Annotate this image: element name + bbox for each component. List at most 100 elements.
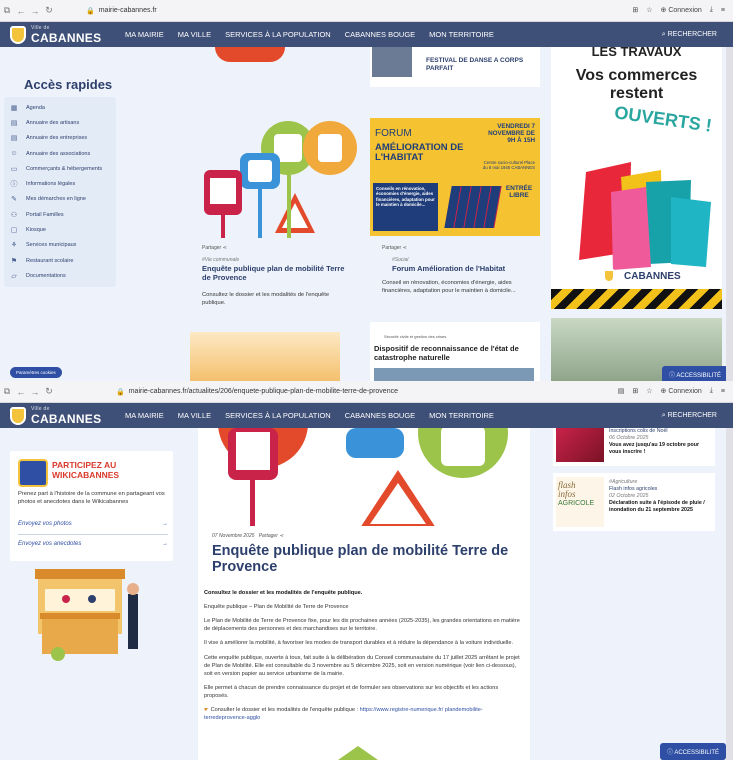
quick-access-item-associations[interactable]: ☺ Annuaire des associations <box>4 146 116 161</box>
news-title[interactable]: Enquête publique plan de mobilité Terre … <box>202 264 352 282</box>
connexion-button[interactable]: ⊕ Connexion <box>661 387 702 395</box>
nav-item-cabannes-bouge[interactable]: CABANNES BOUGE <box>345 411 415 420</box>
landscape-image <box>190 332 340 381</box>
arrow-right-icon: → <box>162 521 168 527</box>
nav-item-cabannes-bouge[interactable]: CABANNES BOUGE <box>345 30 415 39</box>
news-excerpt: Conseil en rénovation, économies d'énerg… <box>382 280 516 294</box>
screenshot-article: ⧉ ← → ↻ 🔒 mairie-cabannes.fr/actualites/… <box>0 381 733 760</box>
nav-item-services[interactable]: SERVICES À LA POPULATION <box>225 30 331 39</box>
bookmark-star-icon[interactable]: ☆ <box>646 387 652 395</box>
main-navigation: Ville de CABANNES MA MAIRIE MA VILLE SERV… <box>0 22 733 47</box>
site-logo[interactable]: Ville de CABANNES <box>10 406 110 426</box>
back-icon[interactable]: ← <box>14 387 28 397</box>
news-card-mobility[interactable]: Partager ⋖ #Vie communale Enquête publiq… <box>190 108 360 313</box>
accessibility-button[interactable]: ⓘ ACCESSIBILITÉ <box>662 366 729 381</box>
cookie-settings-button[interactable]: Paramètres cookies <box>10 367 62 378</box>
address-bar[interactable]: 🔒 mairie-cabannes.fr/actualites/206/enqu… <box>116 388 398 396</box>
article-lead: Consultez le dossier et les modalités de… <box>204 590 363 596</box>
address-bar[interactable]: 🔒 mairie-cabannes.fr <box>86 7 157 15</box>
reload-icon[interactable]: ↻ <box>42 386 56 397</box>
accessibility-button[interactable]: ⓘ ACCESSIBILITÉ <box>660 743 727 760</box>
main-navigation: Ville de CABANNES MA MAIRIE MA VILLE SERV… <box>0 403 733 428</box>
extensions-icon[interactable]: ⊞ <box>632 6 638 14</box>
quick-access-list: ▦ Agenda ▤ Annuaire des artisans ▤ Annuaire… <box>4 97 116 287</box>
article-body: 07 Novembre 2025 Partager ⋖ Enquête publ… <box>198 526 530 760</box>
news-card-top-left[interactable] <box>190 47 360 69</box>
news-excerpt: Consultez le dossier et les modalités de… <box>202 292 330 306</box>
quick-access-item-restaurant[interactable]: ⚑ Restaurant scolaire <box>4 253 116 268</box>
share-button[interactable]: Partager ⋖ <box>382 245 407 251</box>
news-card-festival[interactable]: FESTIVAL DE DANSE A CORPS PARFAIT <box>370 47 540 87</box>
search-button[interactable]: ⌕ RECHERCHER <box>662 412 717 420</box>
nav-item-ma-mairie[interactable]: MA MAIRIE <box>125 30 164 39</box>
quick-access-item-kiosque[interactable]: ▢ Kiosque <box>4 222 116 237</box>
quick-access-title: Accès rapides <box>24 77 113 92</box>
page-scrollbar[interactable] <box>726 47 733 381</box>
coat-of-arms-icon <box>10 25 26 44</box>
news-card-forum[interactable]: FORUM AMÉLIORATION DE L'HABITAT VENDREDI… <box>370 108 540 313</box>
send-anecdotes-link[interactable]: Envoyez vos anecdotes → <box>18 541 168 547</box>
reader-view-icon[interactable]: ▤ <box>618 387 625 395</box>
share-button[interactable]: Partager ⋖ <box>259 533 284 539</box>
wikicabannes-card: PARTICIPEZ AU WIKICABANNES Prenez part à… <box>10 451 173 561</box>
restaurant-icon: ⚑ <box>10 257 18 265</box>
quick-access-item-commercants[interactable]: ▭ Commerçants & hébergements <box>4 161 116 176</box>
menu-icon[interactable]: ≡ <box>721 7 725 14</box>
sidebar-toggle-icon[interactable]: ⧉ <box>0 386 14 397</box>
newspaper-icon: ▢ <box>10 227 18 235</box>
downloads-icon[interactable]: ⤓ <box>710 387 713 395</box>
quick-access-item-entreprises[interactable]: ▤ Annuaire des entreprises <box>4 131 116 146</box>
back-icon[interactable]: ← <box>14 6 28 16</box>
article-paragraph: Le Plan de Mobilité de Terre de Provence… <box>204 618 520 633</box>
nav-item-ma-mairie[interactable]: MA MAIRIE <box>125 411 164 420</box>
send-photos-link[interactable]: Envoyez vos photos → <box>18 521 168 527</box>
shopping-bags-illustration <box>579 162 711 270</box>
news-card-agricole[interactable]: flash infos AGRICOLE #Agriculture Flash … <box>553 473 715 531</box>
quick-access-item-artisans[interactable]: ▤ Annuaire des artisans <box>4 115 116 130</box>
quick-access-item-familles[interactable]: ⚇ Portail Familles <box>4 207 116 222</box>
sidebar-toggle-icon[interactable]: ⧉ <box>0 5 14 16</box>
forward-icon[interactable]: → <box>28 387 42 397</box>
news-card-catastrophe[interactable]: Sécurité civile et gestion des crises Di… <box>370 322 540 381</box>
nav-item-ma-ville[interactable]: MA VILLE <box>178 30 211 39</box>
news-card-bottom-left[interactable] <box>190 322 360 381</box>
bookmark-star-icon[interactable]: ☆ <box>646 6 652 14</box>
wiki-title: PARTICIPEZ AU WIKICABANNES <box>52 460 120 480</box>
browser-toolbar: ⧉ ← → ↻ 🔒 mairie-cabannes.fr ⊞ ☆ ⊕ Conne… <box>0 0 733 22</box>
nav-item-mon-territoire[interactable]: MON TERRITOIRE <box>429 30 494 39</box>
extensions-icon[interactable]: ⊞ <box>632 387 638 395</box>
hazard-stripes <box>551 289 722 309</box>
page-scrollbar[interactable] <box>726 428 733 760</box>
quick-access-item-agenda[interactable]: ▦ Agenda <box>4 100 116 115</box>
quick-access-item-demarches[interactable]: ✎ Mes démarches en ligne <box>4 192 116 207</box>
shop-icon: ▭ <box>10 165 18 173</box>
reload-icon[interactable]: ↻ <box>42 5 56 16</box>
festival-title: FESTIVAL DE DANSE A CORPS PARFAIT <box>426 57 524 73</box>
news-category: #Vie communale <box>202 257 240 263</box>
market-stall-illustration <box>35 569 139 661</box>
quick-access-item-services[interactable]: ⚘ Services municipaux <box>4 238 116 253</box>
noel-title: Vous avez jusqu'au 19 octobre pour vous … <box>609 441 700 455</box>
nav-item-services[interactable]: SERVICES À LA POPULATION <box>225 411 331 420</box>
news-title[interactable]: Forum Amélioration de l'Habitat <box>392 264 537 273</box>
quick-access-item-informations[interactable]: ⓘ Informations légales <box>4 176 116 191</box>
mobility-illustration <box>204 121 357 238</box>
agri-title: Déclaration suite à l'épisode de pluie /… <box>609 499 705 513</box>
news-card-noel[interactable]: Inscriptions colis de Noël 06 Octobre 20… <box>553 428 715 466</box>
news-category: #Social <box>392 257 409 263</box>
search-button[interactable]: ⌕ RECHERCHER <box>662 31 717 39</box>
site-logo[interactable]: Ville de CABANNES <box>10 25 110 45</box>
quick-access-panel: Accès rapides ▦ Agenda ▤ Annuaire des arti… <box>0 47 185 381</box>
share-button[interactable]: Partager ⋖ <box>202 245 227 251</box>
article-link-paragraph: ☛ Consulter le dossier et les modalités … <box>204 707 483 722</box>
url-text: mairie-cabannes.fr/actualites/206/enquet… <box>128 388 398 395</box>
nav-item-ma-ville[interactable]: MA VILLE <box>178 411 211 420</box>
quick-access-item-documentations[interactable]: ▱ Documentations <box>4 268 116 283</box>
nav-item-mon-territoire[interactable]: MON TERRITOIRE <box>429 411 494 420</box>
connexion-button[interactable]: ⊕ Connexion <box>661 6 702 14</box>
works-advertisement[interactable]: LES TRAVAUX Vos commerces restent OUVERTS… <box>551 47 722 309</box>
menu-icon[interactable]: ≡ <box>721 388 725 395</box>
forward-icon[interactable]: → <box>28 6 42 16</box>
article-paragraph: Enquête publique – Plan de Mobilité de T… <box>204 604 349 611</box>
downloads-icon[interactable]: ⤓ <box>710 6 713 14</box>
